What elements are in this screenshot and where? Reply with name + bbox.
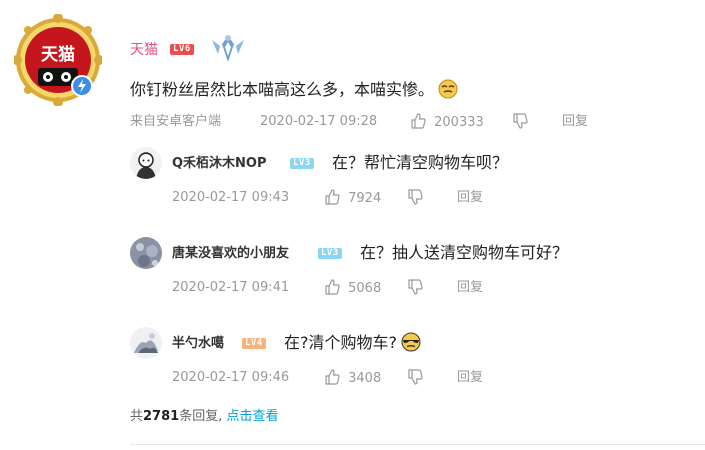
like-button[interactable]: 5068 (324, 279, 381, 298)
level-badge: LV4 (242, 338, 266, 349)
thumbs-up-icon (324, 279, 340, 295)
thumbs-up-icon (324, 369, 340, 385)
thumbs-down-icon (407, 369, 423, 385)
reply-button[interactable]: 回复 (457, 189, 483, 207)
timestamp: 2020-02-17 09:43 (172, 190, 290, 205)
smug-face-icon (401, 332, 421, 352)
medal-icon (208, 32, 248, 68)
comment-text: 你钉粉丝居然比本喵高这么多，本喵实惨。 (130, 79, 458, 101)
timestamp: 2020-02-17 09:41 (172, 280, 290, 295)
more-suffix: 条回复, (179, 409, 223, 424)
view-more-link[interactable]: 点击查看 (226, 409, 278, 424)
reply-text: 在?清个购物车? (284, 332, 421, 354)
reply-username[interactable]: Q禾栢沐木NOP (172, 155, 267, 173)
dislike-button[interactable] (512, 113, 528, 132)
level-badge: LV3 (318, 248, 342, 259)
reply-username[interactable]: 半勺水噶 (172, 335, 224, 353)
smug-face-icon (438, 79, 458, 99)
thumbs-down-icon (407, 189, 423, 205)
dislike-button[interactable] (407, 369, 423, 388)
reply-count: 2781 (143, 409, 180, 424)
thumbs-down-icon (407, 279, 423, 295)
reply-meta: 2020-02-17 09:41 5068 回复 (172, 279, 692, 297)
like-button[interactable]: 7924 (324, 189, 381, 208)
like-count: 7924 (348, 191, 382, 206)
reply-button[interactable]: 回复 (562, 113, 588, 131)
like-button[interactable]: 3408 (324, 369, 381, 388)
timestamp: 2020-02-17 09:46 (172, 370, 290, 385)
thumbs-up-icon (324, 189, 340, 205)
dislike-button[interactable] (407, 189, 423, 208)
reply-meta: 2020-02-17 09:46 3408 回复 (172, 369, 692, 387)
more-replies: 共2781条回复, 点击查看 (130, 408, 279, 426)
reply-button[interactable]: 回复 (457, 279, 483, 297)
timestamp: 2020-02-17 09:28 (260, 114, 378, 129)
avatar[interactable] (130, 147, 162, 179)
like-count: 3408 (348, 371, 382, 386)
reply-button[interactable]: 回复 (457, 369, 483, 387)
avatar[interactable]: 天猫 (14, 14, 102, 106)
comment-content: 你钉粉丝居然比本喵高这么多，本喵实惨。 (130, 80, 435, 99)
level-badge: LV3 (290, 158, 314, 169)
reply-username[interactable]: 唐某没喜欢的小朋友 (172, 245, 289, 263)
avatar[interactable] (130, 327, 162, 359)
avatar[interactable] (130, 237, 162, 269)
like-count: 5068 (348, 281, 382, 296)
level-badge: LV6 (170, 44, 194, 55)
dislike-button[interactable] (407, 279, 423, 298)
reply-text: 在？帮忙清空购物车呗？ (332, 153, 509, 172)
more-prefix: 共 (130, 409, 144, 424)
divider (130, 444, 705, 445)
username[interactable]: 天猫 (130, 40, 158, 60)
comment-meta: 来自安卓客户端 2020-02-17 09:28 200333 回复 (130, 113, 690, 131)
reply-text: 在？抽人送清空购物车可好？ (360, 243, 569, 262)
reply-meta: 2020-02-17 09:43 7924 回复 (172, 189, 692, 207)
reply-content: 在?清个购物车? (284, 333, 397, 352)
like-button[interactable]: 200333 (410, 113, 484, 132)
thumbs-up-icon (410, 113, 426, 129)
like-count: 200333 (434, 115, 484, 130)
avatar-label: 天猫 (41, 44, 75, 65)
comment-thread: 天猫 天猫 LV6 你钉粉丝居然比本喵高这么多，本喵实惨。 来自安卓客户端 20… (0, 0, 705, 450)
thumbs-down-icon (512, 113, 528, 129)
source-label: 来自安卓客户端 (130, 114, 222, 129)
